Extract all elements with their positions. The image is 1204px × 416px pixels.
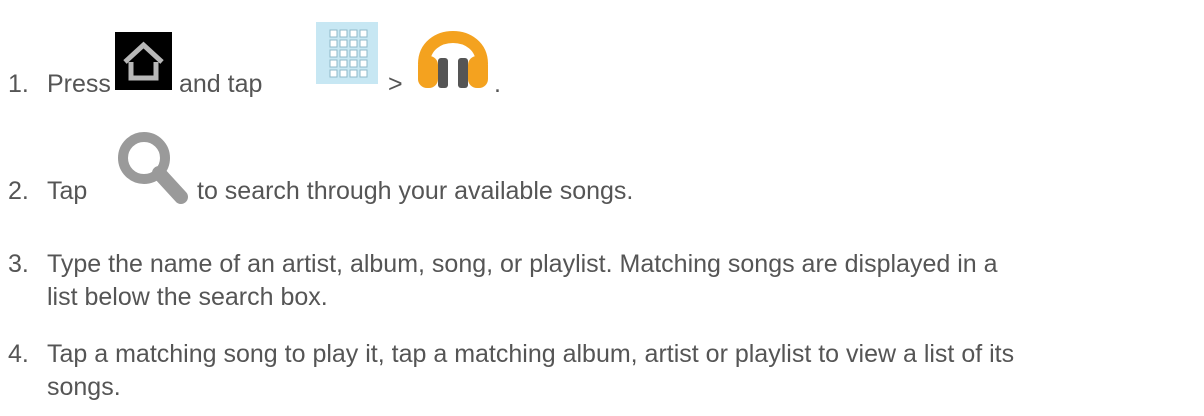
- step-number: 2.: [8, 177, 29, 205]
- search-icon: [113, 127, 195, 209]
- step-number: 4.: [8, 340, 29, 368]
- step-text-arrow: >: [388, 70, 403, 98]
- step-text-tap: Tap: [47, 177, 88, 205]
- step-4: 4. Tap a matching song to play it, tap a…: [0, 336, 1204, 416]
- step-text-press: Press: [47, 70, 111, 98]
- step-text-line2: list below the search box.: [47, 283, 328, 311]
- step-text-period: .: [494, 70, 501, 98]
- app-grid-icon: [316, 22, 378, 84]
- step-3: 3. Type the name of an artist, album, so…: [0, 246, 1204, 326]
- step-number: 3.: [8, 250, 29, 278]
- step-text-line1: Type the name of an artist, album, song,…: [47, 250, 998, 278]
- headphones-icon: [412, 16, 494, 92]
- home-icon: [115, 32, 172, 90]
- step-text-line1: Tap a matching song to play it, tap a ma…: [47, 340, 1015, 368]
- step-text-and-tap: and tap: [179, 70, 263, 98]
- step-2: 2. Tap to search through your available …: [0, 132, 1204, 213]
- step-text-search: to search through your available songs.: [197, 177, 634, 205]
- step-number: 1.: [8, 70, 29, 98]
- step-1: 1. Press and tap > .: [0, 22, 1204, 106]
- step-text-line2: songs.: [47, 373, 121, 401]
